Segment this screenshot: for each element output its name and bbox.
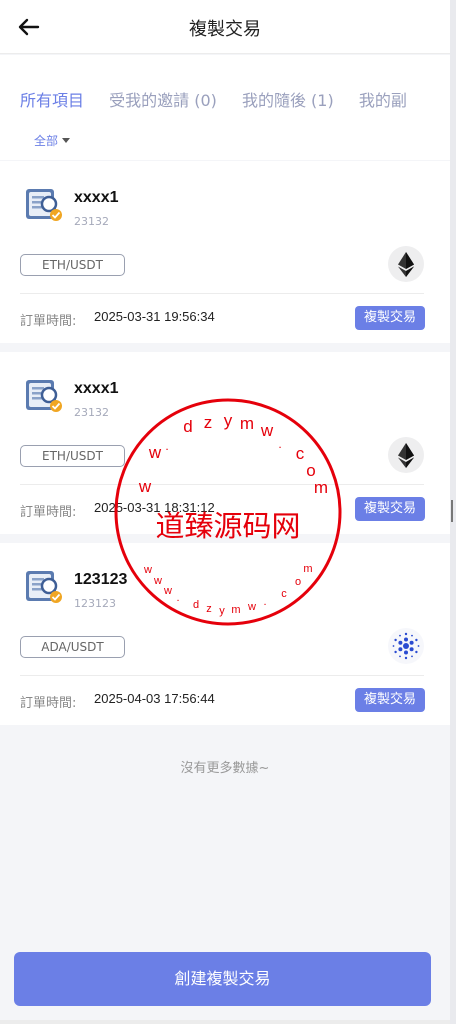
trader-uid: 23132 [74, 215, 109, 228]
ethereum-icon [388, 437, 424, 473]
scrollbar-thumb[interactable] [451, 500, 453, 522]
document-search-icon [22, 374, 68, 418]
order-time-value: 2025-04-03 17:56:44 [94, 691, 215, 706]
copy-trade-button[interactable]: 複製交易 [355, 306, 425, 330]
tab-filter-area: 所有項目 受我的邀請 (0) 我的隨後 (1) 我的副 全部 [0, 55, 450, 160]
trader-name: 123123 [74, 571, 128, 588]
card-divider [20, 484, 424, 485]
order-time-label: 訂單時間: [20, 505, 77, 520]
scrollbar[interactable] [450, 0, 456, 1024]
trader-card: 123123 123123 ADA/USDT 訂單時間: 2025-04-03 … [0, 543, 450, 725]
trader-name: xxxx1 [74, 380, 119, 397]
document-search-icon [22, 183, 68, 227]
copy-trade-button[interactable]: 複製交易 [355, 688, 425, 712]
pair-badge: ADA/USDT [20, 636, 125, 658]
filter-dropdown[interactable]: 全部 [34, 132, 71, 149]
order-time-value: 2025-03-31 19:56:34 [94, 309, 215, 324]
order-time-label: 訂單時間: [20, 696, 77, 711]
tab-my-copies[interactable]: 我的副 [359, 87, 407, 111]
trader-name: xxxx1 [74, 189, 119, 206]
trader-uid: 23132 [74, 406, 109, 419]
tab-invited-by-me[interactable]: 受我的邀請 (0) [109, 87, 217, 111]
card-divider [20, 293, 424, 294]
page-title: 複製交易 [189, 19, 261, 40]
filter-label: 全部 [34, 134, 59, 148]
top-bar: 複製交易 [0, 0, 450, 54]
order-time-label: 訂單時間: [20, 314, 77, 329]
caret-down-icon [62, 138, 71, 143]
tab-all-items[interactable]: 所有項目 [20, 87, 84, 111]
document-search-icon [22, 565, 68, 609]
card-divider [20, 675, 424, 676]
no-more-data-text: 沒有更多數據~ [180, 761, 270, 776]
tab-bar: 所有項目 受我的邀請 (0) 我的隨後 (1) 我的副 [20, 87, 427, 111]
tab-my-following[interactable]: 我的隨後 (1) [242, 87, 334, 111]
cardano-icon [388, 628, 424, 664]
order-time-value: 2025-03-31 18:31:12 [94, 500, 215, 515]
trader-card: xxxx1 23132 ETH/USDT 訂單時間: 2025-03-31 19… [0, 161, 450, 343]
trader-uid: 123123 [74, 597, 116, 610]
trader-card: xxxx1 23132 ETH/USDT 訂單時間: 2025-03-31 18… [0, 352, 450, 534]
create-copy-trade-button[interactable]: 創建複製交易 [14, 952, 431, 1006]
pair-badge: ETH/USDT [20, 254, 125, 276]
bottom-divider [0, 1020, 450, 1024]
pair-badge: ETH/USDT [20, 445, 125, 467]
copy-trade-button[interactable]: 複製交易 [355, 497, 425, 521]
copy-trading-page: 複製交易 所有項目 受我的邀請 (0) 我的隨後 (1) 我的副 全部 xxxx… [0, 0, 450, 1024]
ethereum-icon [388, 246, 424, 282]
